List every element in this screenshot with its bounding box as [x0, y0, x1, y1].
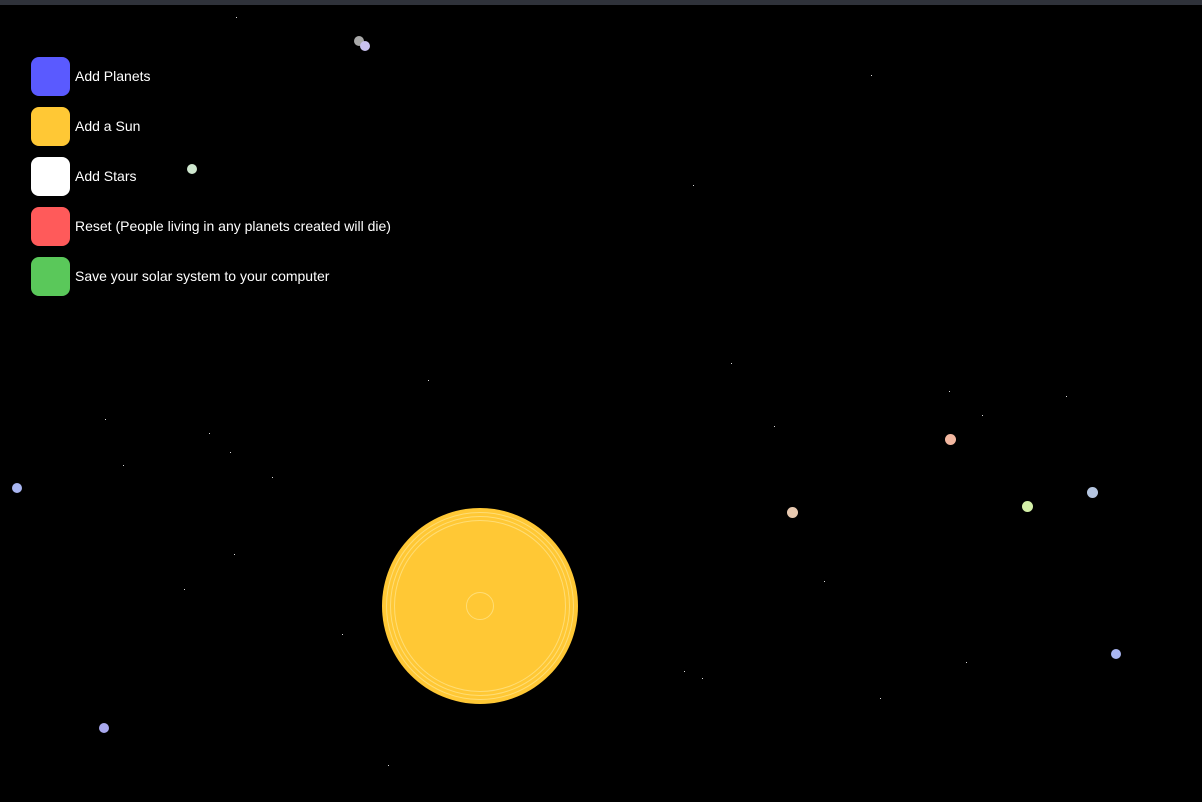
background-star [880, 698, 881, 699]
toolbar-menu: Add Planets Add a Sun Add Stars Reset (P… [31, 57, 391, 296]
add-stars-button[interactable]: Add Stars [31, 157, 391, 196]
background-star [388, 765, 389, 766]
background-star [871, 75, 872, 76]
planet[interactable] [12, 483, 22, 493]
background-star [731, 363, 732, 364]
sun-core [466, 592, 494, 620]
add-planets-icon[interactable] [31, 57, 70, 96]
background-star [949, 391, 950, 392]
background-star [774, 426, 775, 427]
reset-button[interactable]: Reset (People living in any planets crea… [31, 207, 391, 246]
background-star [209, 433, 210, 434]
save-label[interactable]: Save your solar system to your computer [75, 257, 329, 296]
save-button[interactable]: Save your solar system to your computer [31, 257, 391, 296]
space-canvas[interactable]: Add Planets Add a Sun Add Stars Reset (P… [0, 5, 1202, 802]
reset-icon[interactable] [31, 207, 70, 246]
add-stars-label[interactable]: Add Stars [75, 157, 136, 196]
add-sun-label[interactable]: Add a Sun [75, 107, 140, 146]
background-star [693, 185, 694, 186]
background-star [234, 554, 235, 555]
add-sun-button[interactable]: Add a Sun [31, 107, 391, 146]
add-stars-icon[interactable] [31, 157, 70, 196]
planet[interactable] [99, 723, 109, 733]
background-star [342, 634, 343, 635]
background-star [236, 17, 237, 18]
sun[interactable] [382, 508, 578, 704]
background-star [982, 415, 983, 416]
save-icon[interactable] [31, 257, 70, 296]
background-star [230, 452, 231, 453]
reset-label[interactable]: Reset (People living in any planets crea… [75, 207, 391, 246]
background-star [966, 662, 967, 663]
add-planets-button[interactable]: Add Planets [31, 57, 391, 96]
background-star [105, 419, 106, 420]
background-star [272, 477, 273, 478]
planet[interactable] [360, 41, 370, 51]
background-star [184, 589, 185, 590]
background-star [684, 671, 685, 672]
add-sun-icon[interactable] [31, 107, 70, 146]
background-star [428, 380, 429, 381]
background-star [1066, 396, 1067, 397]
background-star [824, 581, 825, 582]
background-star [702, 678, 703, 679]
planet[interactable] [944, 433, 956, 445]
background-star [123, 465, 124, 466]
planet[interactable] [1021, 500, 1033, 512]
planet[interactable] [786, 506, 798, 518]
planet[interactable] [1086, 486, 1098, 498]
planet[interactable] [1111, 649, 1121, 659]
add-planets-label[interactable]: Add Planets [75, 57, 151, 96]
